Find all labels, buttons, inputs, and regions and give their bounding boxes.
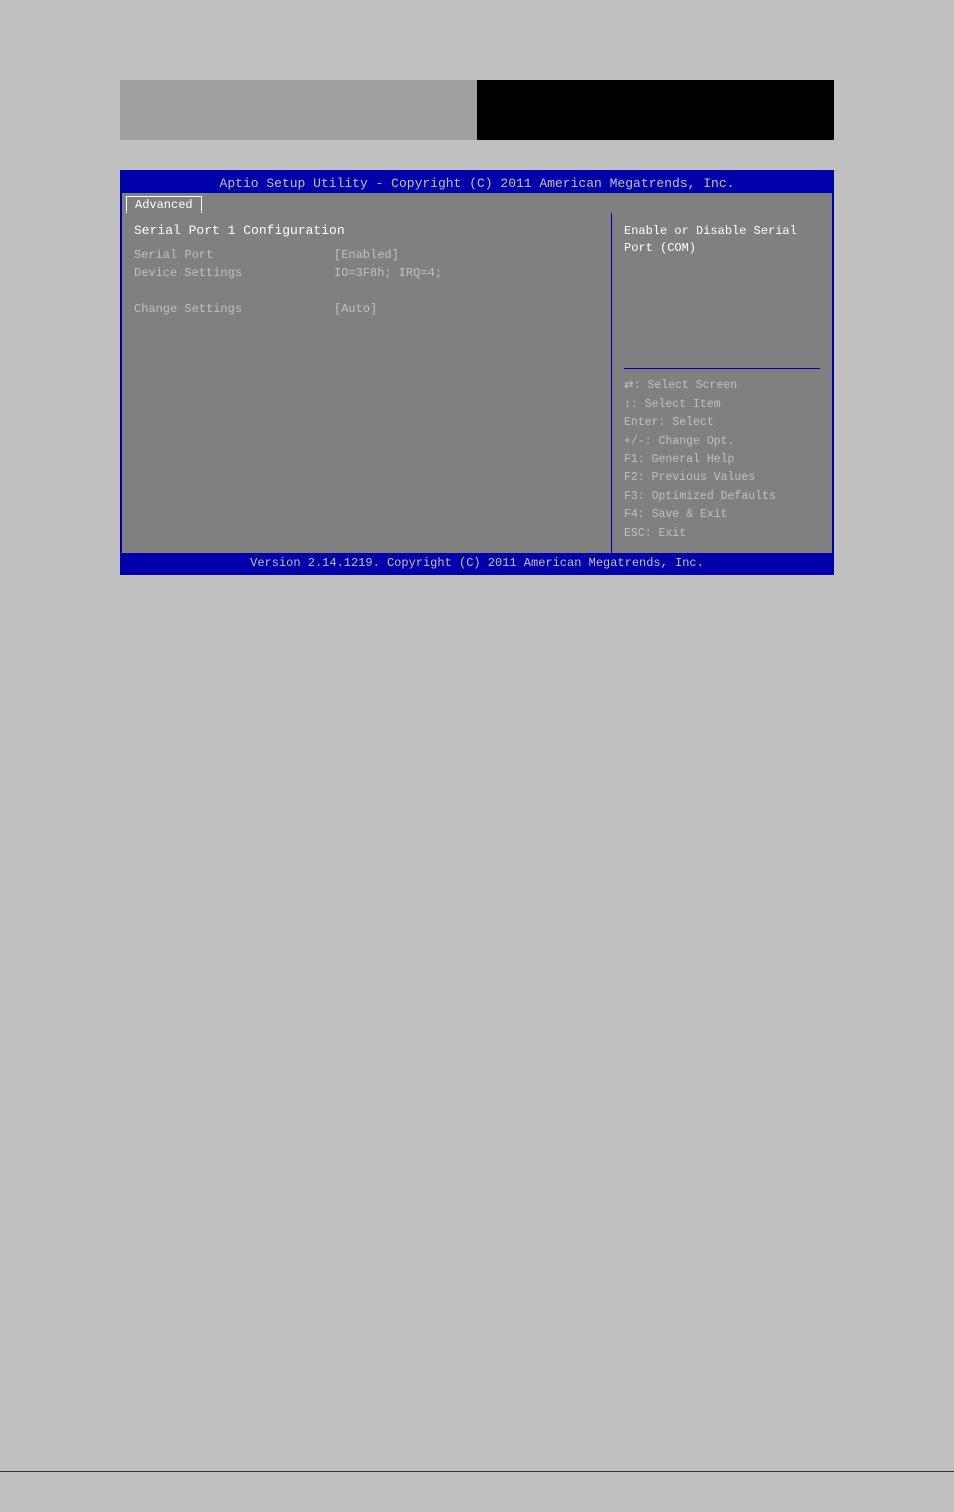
key-hint-esc: ESC: Exit: [624, 525, 820, 543]
setting-row-spacer: [134, 284, 599, 298]
setting-value-serial-port: [Enabled]: [334, 248, 399, 262]
bios-body: Serial Port 1 Configuration Serial Port …: [122, 213, 832, 553]
setting-label-serial-port: Serial Port: [134, 248, 334, 262]
key-hint-f4: F4: Save & Exit: [624, 506, 820, 524]
setting-value-device-settings: IO=3F8h; IRQ=4;: [334, 266, 442, 280]
key-hint-select-screen: ⇄: Select Screen: [624, 377, 820, 395]
help-text: Enable or Disable Serial Port (COM): [624, 223, 820, 257]
setting-label-change-settings: Change Settings: [134, 302, 334, 316]
section-title: Serial Port 1 Configuration: [134, 223, 599, 238]
key-hint-f3: F3: Optimized Defaults: [624, 488, 820, 506]
bios-header: Aptio Setup Utility - Copyright (C) 2011…: [122, 172, 832, 193]
key-hint-f2: F2: Previous Values: [624, 469, 820, 487]
key-hint-f1: F1: General Help: [624, 451, 820, 469]
bios-window: Aptio Setup Utility - Copyright (C) 2011…: [120, 170, 834, 575]
key-hint-enter: Enter: Select: [624, 414, 820, 432]
top-banner-right: [477, 80, 834, 140]
bios-tab-row: Advanced: [122, 193, 832, 213]
key-hint-change-opt: +/-: Change Opt.: [624, 433, 820, 451]
bios-footer: Version 2.14.1219. Copyright (C) 2011 Am…: [122, 553, 832, 573]
setting-row-change-settings[interactable]: Change Settings [Auto]: [134, 302, 599, 316]
bios-right-panel: Enable or Disable Serial Port (COM) ⇄: S…: [612, 213, 832, 553]
setting-value-change-settings: [Auto]: [334, 302, 377, 316]
key-hints: ⇄: Select Screen ↕: Select Item Enter: S…: [624, 377, 820, 543]
page-bottom-line: [0, 1471, 954, 1472]
setting-row-serial-port[interactable]: Serial Port [Enabled]: [134, 248, 599, 262]
bios-left-panel: Serial Port 1 Configuration Serial Port …: [122, 213, 612, 553]
setting-label-spacer: [134, 284, 334, 298]
setting-row-device-settings: Device Settings IO=3F8h; IRQ=4;: [134, 266, 599, 280]
setting-label-device-settings: Device Settings: [134, 266, 334, 280]
key-hint-select-item: ↕: Select Item: [624, 396, 820, 414]
tab-advanced[interactable]: Advanced: [126, 196, 202, 213]
divider: [624, 368, 820, 369]
top-banner-left: [120, 80, 477, 140]
top-banner: [120, 80, 834, 140]
